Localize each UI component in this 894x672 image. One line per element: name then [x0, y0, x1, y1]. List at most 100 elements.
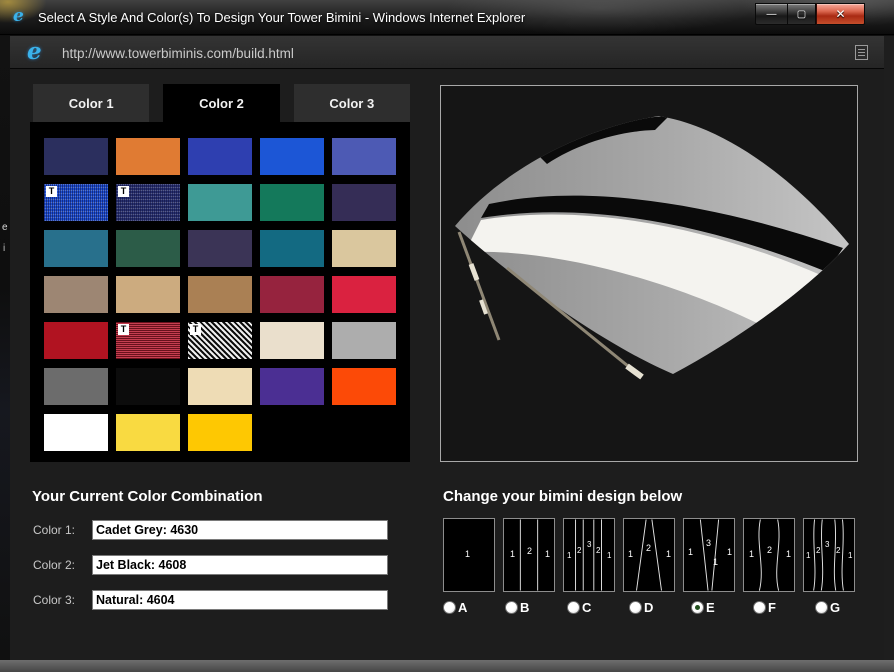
- design-thumb-e[interactable]: 1 3 1 1: [683, 518, 735, 592]
- color-3-input[interactable]: [92, 590, 388, 610]
- color-swatch[interactable]: [188, 184, 252, 221]
- ie-e-glyph: e: [13, 8, 24, 25]
- design-radio-d[interactable]: [629, 601, 642, 614]
- color-swatch[interactable]: [116, 276, 180, 313]
- design-option-g: G: [815, 600, 869, 615]
- color-swatch[interactable]: [332, 184, 396, 221]
- color-swatch[interactable]: [188, 368, 252, 405]
- color-swatch[interactable]: [188, 276, 252, 313]
- panel-number: 1: [666, 549, 671, 559]
- color-swatch[interactable]: T: [116, 184, 180, 221]
- address-input[interactable]: [62, 42, 762, 64]
- compatibility-page-icon[interactable]: [855, 45, 868, 60]
- color-swatch[interactable]: [188, 414, 252, 451]
- color-swatch[interactable]: [44, 414, 108, 451]
- color-swatch[interactable]: [260, 230, 324, 267]
- color-swatch[interactable]: [116, 230, 180, 267]
- design-thumb-f[interactable]: 1 2 1: [743, 518, 795, 592]
- swatch-panel: TTTT: [30, 122, 410, 462]
- window-frame-right: [884, 36, 894, 660]
- color-swatch[interactable]: [44, 230, 108, 267]
- color-swatch[interactable]: [260, 138, 324, 175]
- tab-color-2[interactable]: Color 2: [163, 84, 279, 122]
- color-swatch[interactable]: [116, 414, 180, 451]
- color-swatch[interactable]: T: [116, 322, 180, 359]
- design-heading: Change your bimini design below: [443, 488, 682, 505]
- design-option-e: E: [691, 600, 745, 615]
- color-tab-bar: Color 1 Color 2 Color 3: [33, 84, 410, 122]
- design-radio-f[interactable]: [753, 601, 766, 614]
- panel-number: 1: [510, 549, 515, 559]
- design-radio-a[interactable]: [443, 601, 456, 614]
- design-radio-label[interactable]: G: [830, 600, 840, 615]
- color-1-input[interactable]: [92, 520, 388, 540]
- design-thumb-c[interactable]: 1 2 3 2 1: [563, 518, 615, 592]
- color-swatch[interactable]: [332, 322, 396, 359]
- design-radio-label[interactable]: F: [768, 600, 776, 615]
- color-swatch[interactable]: T: [44, 184, 108, 221]
- panel-number: 1: [628, 549, 633, 559]
- design-radio-label[interactable]: B: [520, 600, 529, 615]
- texture-badge: T: [118, 186, 129, 197]
- color-swatch[interactable]: [260, 368, 324, 405]
- color-2-input[interactable]: [92, 555, 388, 575]
- design-radio-c[interactable]: [567, 601, 580, 614]
- tab-color-3[interactable]: Color 3: [294, 84, 410, 122]
- bimini-preview-canvas: [440, 85, 858, 462]
- color-swatch[interactable]: [260, 276, 324, 313]
- color-swatch[interactable]: [188, 230, 252, 267]
- maximize-button[interactable]: ▢: [787, 3, 816, 25]
- texture-badge: T: [46, 186, 57, 197]
- tab-color-1[interactable]: Color 1: [33, 84, 149, 122]
- color-swatch[interactable]: [332, 368, 396, 405]
- color-swatch[interactable]: [260, 322, 324, 359]
- panel-number: 2: [596, 546, 600, 555]
- color-swatch[interactable]: [44, 322, 108, 359]
- color-swatch[interactable]: [260, 184, 324, 221]
- panel-number: 1: [749, 549, 754, 559]
- panel-number: 2: [836, 546, 840, 555]
- ie-e-glyph: e: [27, 40, 42, 63]
- color-swatch[interactable]: [44, 138, 108, 175]
- design-radio-label[interactable]: E: [706, 600, 715, 615]
- design-radio-label[interactable]: C: [582, 600, 591, 615]
- color-swatch[interactable]: [44, 276, 108, 313]
- panel-number: 1: [848, 551, 852, 560]
- design-thumb-d[interactable]: 1 2 1: [623, 518, 675, 592]
- panel-number: 1: [713, 557, 718, 567]
- design-radio-label[interactable]: D: [644, 600, 653, 615]
- color-3-label: Color 3:: [33, 593, 92, 607]
- color-swatch[interactable]: [332, 138, 396, 175]
- texture-badge: T: [190, 324, 201, 335]
- minimize-button[interactable]: —: [755, 3, 787, 25]
- panel-number: 1: [727, 547, 732, 557]
- panel-number: 1: [545, 549, 550, 559]
- color-swatch[interactable]: [44, 368, 108, 405]
- design-radio-label[interactable]: A: [458, 600, 467, 615]
- design-thumb-a[interactable]: 1: [443, 518, 495, 592]
- color-swatch[interactable]: [188, 138, 252, 175]
- design-option-c: C: [567, 600, 621, 615]
- design-thumb-b[interactable]: 1 2 1: [503, 518, 555, 592]
- panel-number: 1: [607, 551, 611, 560]
- design-option-f: F: [753, 600, 807, 615]
- color-swatch[interactable]: [116, 138, 180, 175]
- window-titlebar: e Select A Style And Color(s) To Design …: [0, 0, 894, 35]
- panel-number: 1: [806, 551, 810, 560]
- close-button[interactable]: ✕: [816, 3, 865, 25]
- address-bar: e: [10, 36, 884, 69]
- design-thumb-g[interactable]: 1 2 3 2 1: [803, 518, 855, 592]
- design-option-d: D: [629, 600, 683, 615]
- window-frame-bottom: [0, 660, 894, 672]
- design-radio-e[interactable]: [691, 601, 704, 614]
- color-swatch[interactable]: [332, 230, 396, 267]
- design-radio-g[interactable]: [815, 601, 828, 614]
- design-radio-b[interactable]: [505, 601, 518, 614]
- color-swatch[interactable]: T: [188, 322, 252, 359]
- color-swatch[interactable]: [332, 276, 396, 313]
- panel-number: 1: [688, 547, 693, 557]
- color-swatch[interactable]: [116, 368, 180, 405]
- panel-number: 2: [816, 546, 820, 555]
- desktop-edge-letter: e: [2, 222, 8, 233]
- panel-number: 2: [577, 546, 581, 555]
